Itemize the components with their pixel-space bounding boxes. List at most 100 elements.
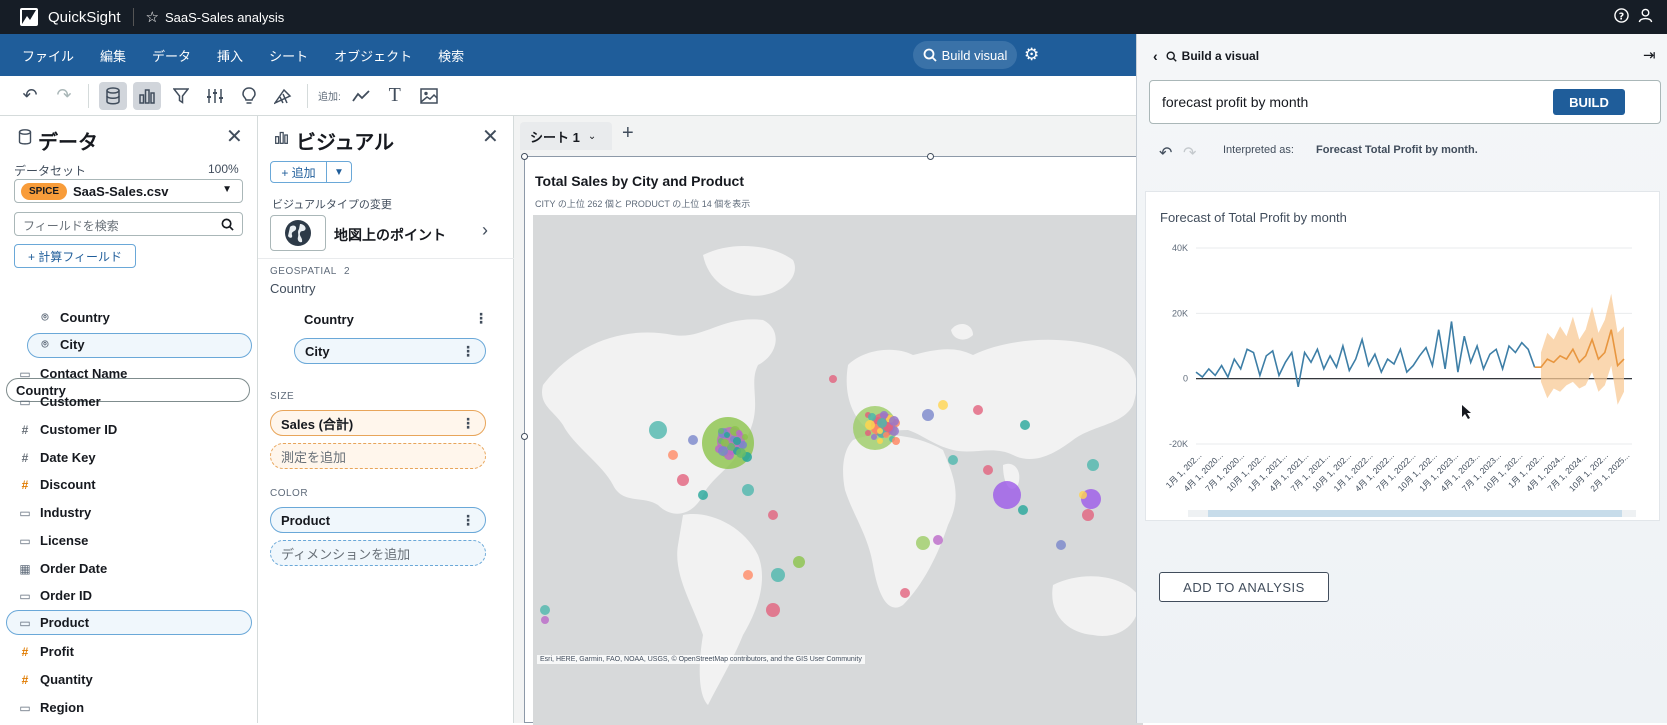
undo-icon[interactable]: ↶	[16, 82, 44, 110]
forecast-line-chart[interactable]: 40K20K0-20K1月 1, 202...4月 1, 2020...7月 1…	[1146, 232, 1661, 517]
geo-field-country[interactable]: Country	[304, 312, 354, 327]
insights-icon[interactable]	[235, 82, 263, 110]
field-item[interactable]: ▭ Region	[18, 700, 84, 715]
visual-icon[interactable]	[133, 81, 161, 110]
menu-object[interactable]: オブジェクト	[334, 46, 412, 65]
tab-sheet-1[interactable]: シート 1 ⌄	[520, 122, 612, 150]
more-icon[interactable]: ⋮	[474, 310, 503, 327]
field-item[interactable]: ▭ Product	[18, 615, 89, 630]
close-icon[interactable]: ✕	[482, 124, 499, 149]
size-field-well[interactable]: Sales (合計) ⋮	[270, 410, 486, 436]
map-point[interactable]	[871, 434, 877, 440]
map-point[interactable]	[916, 536, 930, 550]
analysis-name[interactable]: SaaS-Sales analysis	[165, 10, 284, 25]
menu-search[interactable]: 検索	[438, 46, 464, 65]
map-point[interactable]	[1056, 540, 1066, 550]
resize-handle[interactable]	[521, 153, 528, 160]
add-image-icon[interactable]	[415, 82, 443, 110]
field-search-input[interactable]: フィールドを検索	[14, 212, 243, 236]
query-input[interactable]: forecast profit by month BUILD	[1149, 80, 1661, 124]
map-point[interactable]	[736, 448, 746, 458]
map-point[interactable]	[743, 570, 753, 580]
map-point[interactable]	[742, 484, 754, 496]
field-item[interactable]: ▭ Customer	[18, 394, 100, 409]
menu-insert[interactable]: 挿入	[217, 46, 243, 65]
map-point[interactable]	[889, 416, 899, 426]
visual-type-name[interactable]: 地図上のポイント	[334, 225, 446, 245]
add-measure-well[interactable]: 測定を追加	[270, 443, 486, 469]
map-point[interactable]	[973, 405, 983, 415]
map-point[interactable]	[541, 616, 549, 624]
field-item[interactable]: # Profit	[18, 644, 74, 659]
chevron-right-icon[interactable]: ›	[482, 220, 488, 241]
close-icon[interactable]: ✕	[226, 124, 243, 149]
filter-icon[interactable]	[167, 82, 195, 110]
map-point[interactable]	[877, 428, 883, 434]
format-icon[interactable]	[269, 82, 297, 110]
map-point[interactable]	[900, 588, 910, 598]
map-point[interactable]	[771, 568, 785, 582]
user-icon[interactable]	[1638, 8, 1653, 28]
map-point[interactable]	[668, 450, 678, 460]
build-visual-button[interactable]: Build visual	[913, 41, 1017, 69]
chevron-down-icon[interactable]: ⌄	[588, 131, 596, 142]
map-point[interactable]	[721, 439, 729, 447]
map-point[interactable]	[933, 535, 943, 545]
forecast-visual-card[interactable]: Forecast of Total Profit by month 40K 20K…	[1145, 191, 1660, 521]
build-button[interactable]: BUILD	[1553, 89, 1625, 115]
map-point[interactable]	[1082, 509, 1094, 521]
menu-file[interactable]: ファイル	[22, 46, 74, 65]
menu-sheet[interactable]: シート	[269, 46, 308, 65]
resize-handle[interactable]	[927, 153, 934, 160]
more-icon[interactable]: ⋮	[461, 415, 475, 432]
map-point[interactable]	[793, 556, 805, 568]
menu-data[interactable]: データ	[152, 46, 191, 65]
field-item[interactable]: ▭ Contact Name	[18, 366, 127, 381]
field-country-child[interactable]: ⌾ Country	[38, 310, 109, 325]
map-point[interactable]	[877, 438, 883, 444]
color-field-well[interactable]: Product ⋮	[270, 507, 486, 533]
map-point[interactable]	[718, 446, 728, 456]
undo-icon[interactable]: ↶	[1159, 143, 1172, 163]
collapse-panel-icon[interactable]: ⇥	[1643, 46, 1656, 64]
add-dimension-well[interactable]: ディメンションを追加	[270, 540, 486, 566]
map-point[interactable]	[718, 428, 724, 434]
map-point[interactable]	[922, 409, 934, 421]
settings-icon[interactable]: ⚙	[1024, 45, 1039, 65]
chevron-down-icon[interactable]: ▼	[327, 162, 351, 182]
map-point[interactable]	[948, 455, 958, 465]
redo-icon[interactable]: ↷	[50, 82, 78, 110]
field-item[interactable]: # Customer ID	[18, 422, 118, 437]
map-point[interactable]	[877, 418, 887, 428]
map-point[interactable]	[1079, 491, 1087, 499]
map-point[interactable]	[993, 481, 1021, 509]
add-to-analysis-button[interactable]: ADD TO ANALYSIS	[1159, 572, 1329, 602]
map-point[interactable]	[938, 400, 948, 410]
map-point[interactable]	[724, 432, 730, 438]
more-icon[interactable]: ⋮	[461, 343, 475, 360]
map-point[interactable]	[983, 465, 993, 475]
map-point[interactable]	[742, 434, 748, 440]
map-point[interactable]	[1087, 459, 1099, 471]
field-item[interactable]: # Quantity	[18, 672, 93, 687]
star-icon[interactable]: ☆	[146, 8, 159, 26]
field-item[interactable]: # Date Key	[18, 450, 96, 465]
map-point[interactable]	[766, 603, 780, 617]
field-item[interactable]: ▭ Order ID	[18, 588, 92, 603]
field-item[interactable]: # Discount	[18, 477, 96, 492]
map-point[interactable]	[883, 432, 889, 438]
add-text-icon[interactable]: T	[381, 82, 409, 110]
map-point[interactable]	[1018, 505, 1028, 515]
map-point[interactable]	[892, 437, 900, 445]
parameters-icon[interactable]	[201, 82, 229, 110]
map-point[interactable]	[1020, 420, 1030, 430]
map-point[interactable]	[868, 413, 876, 421]
geo-field-city[interactable]: City ⋮	[294, 338, 486, 364]
map-point[interactable]	[880, 411, 888, 419]
add-sheet-icon[interactable]: +	[622, 122, 634, 145]
dataset-select[interactable]: SPICE SaaS-Sales.csv ▼	[14, 179, 243, 203]
map-point[interactable]	[829, 375, 837, 383]
map-point[interactable]	[865, 430, 871, 436]
data-icon[interactable]	[99, 81, 127, 110]
field-item[interactable]: ▭ License	[18, 533, 88, 548]
